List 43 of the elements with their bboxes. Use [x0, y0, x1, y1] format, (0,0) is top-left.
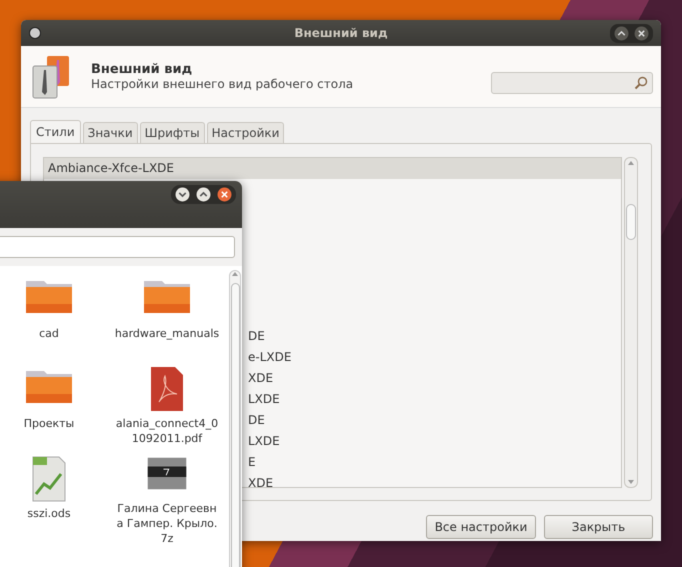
theme-item[interactable]: Ambiance-Xfce-LXDE [44, 158, 621, 179]
search-icon [634, 76, 648, 90]
tab[interactable]: Шрифты [140, 122, 205, 143]
search-field[interactable] [491, 72, 653, 94]
file-name: Галина Сергеевна Гампер. Крыло.7z [116, 501, 218, 546]
minimize-icon[interactable] [175, 187, 190, 202]
theme-item[interactable]: E [248, 455, 256, 469]
theme-item[interactable]: DE [248, 329, 265, 343]
window-menu-icon[interactable] [29, 27, 41, 39]
close-icon[interactable] [217, 187, 232, 202]
tab[interactable]: Настройки [206, 122, 284, 143]
theme-item[interactable]: XDE [248, 371, 274, 385]
tab[interactable]: Стили [30, 120, 81, 143]
scrollbar-thumb[interactable] [230, 283, 240, 567]
window-title: Внешний вид [293, 26, 389, 40]
file-name: Проекты [22, 416, 76, 431]
maximize-icon[interactable] [614, 26, 629, 40]
theme-item[interactable]: LXDE [248, 392, 280, 406]
dialog-button[interactable]: Закрыть [544, 515, 653, 539]
file-name: cad [38, 326, 60, 341]
header-title: Внешний вид [91, 62, 194, 77]
file-name: alania_connect4_01092011.pdf [114, 416, 220, 446]
file-name: hardware_manuals [114, 326, 220, 341]
scroll-up-icon[interactable] [231, 271, 239, 277]
theme-item[interactable]: LXDE [248, 434, 280, 448]
scrollbar[interactable] [229, 270, 241, 567]
file-name: sszi.ods [26, 506, 72, 521]
theme-item[interactable]: e-LXDE [248, 350, 292, 364]
scroll-up-icon[interactable] [627, 160, 635, 166]
dialog-button[interactable]: Все настройки [426, 515, 536, 539]
spreadsheet-file-icon[interactable] [32, 456, 66, 502]
location-field[interactable] [0, 236, 235, 258]
scroll-down-icon[interactable] [627, 479, 635, 485]
tab[interactable]: Значки [82, 122, 138, 143]
pdf-file-icon[interactable] [150, 366, 184, 412]
theme-item[interactable]: DE [248, 413, 265, 427]
scrollbar-thumb[interactable] [626, 204, 636, 240]
maximize-icon[interactable] [196, 187, 211, 202]
theme-item[interactable]: XDE [248, 476, 274, 487]
scrollbar[interactable] [624, 157, 638, 488]
header-subtitle: Настройки внешнего вид рабочего стола [91, 77, 354, 91]
shirts-icon [31, 54, 71, 100]
close-icon[interactable] [634, 26, 649, 40]
